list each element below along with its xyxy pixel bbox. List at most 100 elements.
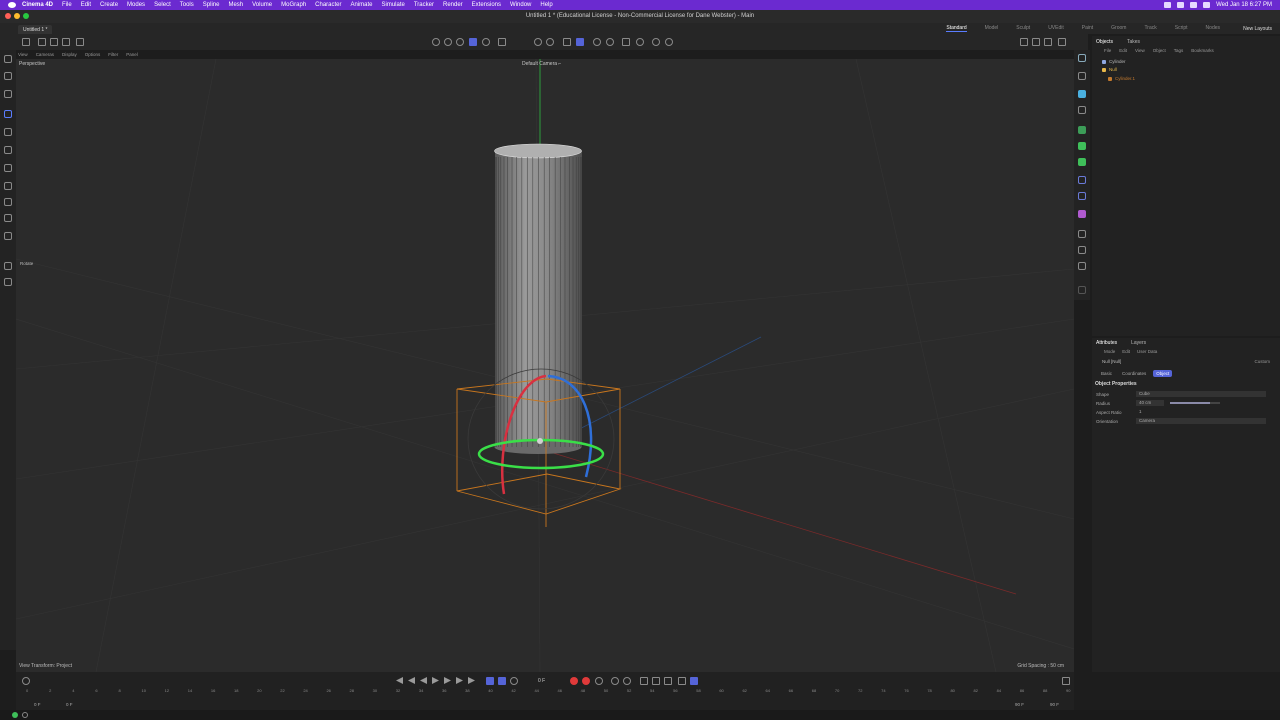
axis-x-icon[interactable] xyxy=(38,38,46,46)
tab-object[interactable]: Object xyxy=(1153,370,1173,377)
volume-icon[interactable] xyxy=(1078,210,1086,218)
camera-icon[interactable] xyxy=(1078,230,1086,238)
grid-icon[interactable] xyxy=(563,38,571,46)
picture-viewer-icon[interactable] xyxy=(636,38,644,46)
app-menu[interactable]: Cinema 4D xyxy=(22,2,53,8)
timeline-ruler[interactable]: 0 2 4 6 8 10 12 14 16 18 20 22 24 26 28 30 32 34 36 38 40 42 4… xyxy=(26,688,1076,700)
attribute-menu-user-data[interactable]: User Data xyxy=(1137,349,1157,354)
stop-icon[interactable] xyxy=(652,38,660,46)
rotate-tool-icon[interactable] xyxy=(4,110,12,118)
list-item[interactable]: Cylinder.1 xyxy=(1108,76,1135,81)
active-grid-icon[interactable] xyxy=(576,38,584,46)
attribute-menu-edit[interactable]: Edit xyxy=(1122,349,1130,354)
weld-icon[interactable] xyxy=(4,262,12,270)
coordinate-system-icon[interactable] xyxy=(76,38,84,46)
workplane-icon[interactable] xyxy=(546,38,554,46)
snap-tool-icon[interactable] xyxy=(4,164,12,172)
texture-mode-icon[interactable] xyxy=(444,38,452,46)
zoom-window-button[interactable] xyxy=(23,13,29,19)
pen-tool-icon[interactable] xyxy=(1078,286,1086,294)
viewport-menu-panel[interactable]: Panel xyxy=(126,52,138,57)
object-mode-icon[interactable] xyxy=(469,38,477,46)
close-window-button[interactable] xyxy=(5,13,11,19)
next-key-icon[interactable] xyxy=(456,677,463,684)
tab-objects[interactable]: Objects xyxy=(1096,39,1113,45)
key-position-icon[interactable] xyxy=(611,677,619,685)
object-menu-edit[interactable]: Edit xyxy=(1119,48,1127,53)
object-menu-tags[interactable]: Tags xyxy=(1174,48,1184,53)
menu-item-volume[interactable]: Volume xyxy=(252,2,272,8)
menu-item-mesh[interactable]: Mesh xyxy=(228,2,243,8)
object-menu-file[interactable]: File xyxy=(1104,48,1111,53)
cube-icon[interactable] xyxy=(1078,72,1086,80)
autokey-icon[interactable] xyxy=(582,677,590,685)
menu-item-animate[interactable]: Animate xyxy=(351,2,373,8)
timeline-expand-icon[interactable] xyxy=(1062,677,1070,685)
viewport[interactable]: Perspective Default Camera ⌐ Rotate View… xyxy=(16,59,1074,672)
record-icon[interactable] xyxy=(570,677,578,685)
aspect-ratio-field[interactable]: 1 xyxy=(1136,409,1164,415)
apple-icon[interactable] xyxy=(8,2,16,8)
keyframe-icon[interactable] xyxy=(22,677,30,685)
current-frame[interactable]: 0 F xyxy=(538,678,545,684)
menu-item-spline[interactable]: Spline xyxy=(203,2,220,8)
key-param-icon[interactable] xyxy=(652,677,660,685)
play-icon[interactable] xyxy=(432,677,439,684)
sound-icon[interactable] xyxy=(510,677,518,685)
extrude-icon[interactable] xyxy=(4,278,12,286)
brush-icon[interactable] xyxy=(4,214,12,222)
layout-tab-model[interactable]: Model xyxy=(985,25,999,32)
viewport-menu-view[interactable]: View xyxy=(18,52,28,57)
paint-icon[interactable] xyxy=(4,232,12,240)
list-item[interactable]: Cylinder xyxy=(1102,59,1126,64)
range-icon[interactable] xyxy=(498,677,506,685)
previous-key-icon[interactable] xyxy=(408,677,415,684)
previous-frame-icon[interactable] xyxy=(420,677,427,684)
spline-icon[interactable] xyxy=(4,198,12,206)
menu-item-tools[interactable]: Tools xyxy=(180,2,194,8)
minimize-window-button[interactable] xyxy=(14,13,20,19)
preview-start-field[interactable]: 0 F xyxy=(66,702,73,707)
timeline-menu-icon[interactable] xyxy=(678,677,686,685)
menu-item-file[interactable]: File xyxy=(62,2,72,8)
mograph-icon[interactable] xyxy=(1078,142,1086,150)
undo-icon[interactable] xyxy=(22,38,30,46)
viewport-menu-options[interactable]: Options xyxy=(85,52,101,57)
settings-icon[interactable] xyxy=(665,38,673,46)
points-mode-icon[interactable] xyxy=(456,38,464,46)
layout-tab-paint[interactable]: Paint xyxy=(1082,25,1093,32)
new-layouts-button[interactable]: New Layouts xyxy=(1243,26,1272,32)
control-center-icon[interactable] xyxy=(1203,2,1211,8)
search-icon[interactable] xyxy=(1190,2,1198,8)
model-mode-icon[interactable] xyxy=(432,38,440,46)
end-frame-field[interactable]: 90 F xyxy=(1050,702,1059,707)
viewport-menu-cameras[interactable]: Cameras xyxy=(36,52,54,57)
document-tab[interactable]: Untitled 1 * xyxy=(18,25,53,34)
lock-icon[interactable] xyxy=(534,38,542,46)
viewport-menu-display[interactable]: Display xyxy=(62,52,77,57)
menu-item-mograph[interactable]: MoGraph xyxy=(281,2,306,8)
layout-tab-nodes[interactable]: Nodes xyxy=(1206,25,1220,32)
list-item[interactable]: Null xyxy=(1102,67,1117,72)
menu-item-tracker[interactable]: Tracker xyxy=(414,2,434,8)
menu-item-create[interactable]: Create xyxy=(100,2,118,8)
preview-end-field[interactable]: 90 F xyxy=(1015,702,1024,707)
menu-item-select[interactable]: Select xyxy=(154,2,171,8)
tab-coordinates[interactable]: Coordinates xyxy=(1119,370,1149,377)
go-to-end-icon[interactable] xyxy=(468,677,475,684)
menu-item-help[interactable]: Help xyxy=(540,2,552,8)
layout-tab-script[interactable]: Script xyxy=(1175,25,1188,32)
render-settings-icon[interactable] xyxy=(622,38,630,46)
primitive-icon[interactable] xyxy=(1078,90,1086,98)
keyframe-selection-icon[interactable] xyxy=(595,677,603,685)
go-to-start-icon[interactable] xyxy=(396,677,403,684)
axis-y-icon[interactable] xyxy=(50,38,58,46)
loop-icon[interactable] xyxy=(486,677,494,685)
menu-item-render[interactable]: Render xyxy=(443,2,463,8)
layout-tab-groom[interactable]: Groom xyxy=(1111,25,1126,32)
light-icon[interactable] xyxy=(1078,246,1086,254)
camera-label[interactable]: Default Camera ⌐ xyxy=(522,61,561,67)
tab-basic[interactable]: Basic xyxy=(1098,370,1115,377)
snap-icon[interactable] xyxy=(498,38,506,46)
deformer-icon[interactable] xyxy=(1078,176,1086,184)
